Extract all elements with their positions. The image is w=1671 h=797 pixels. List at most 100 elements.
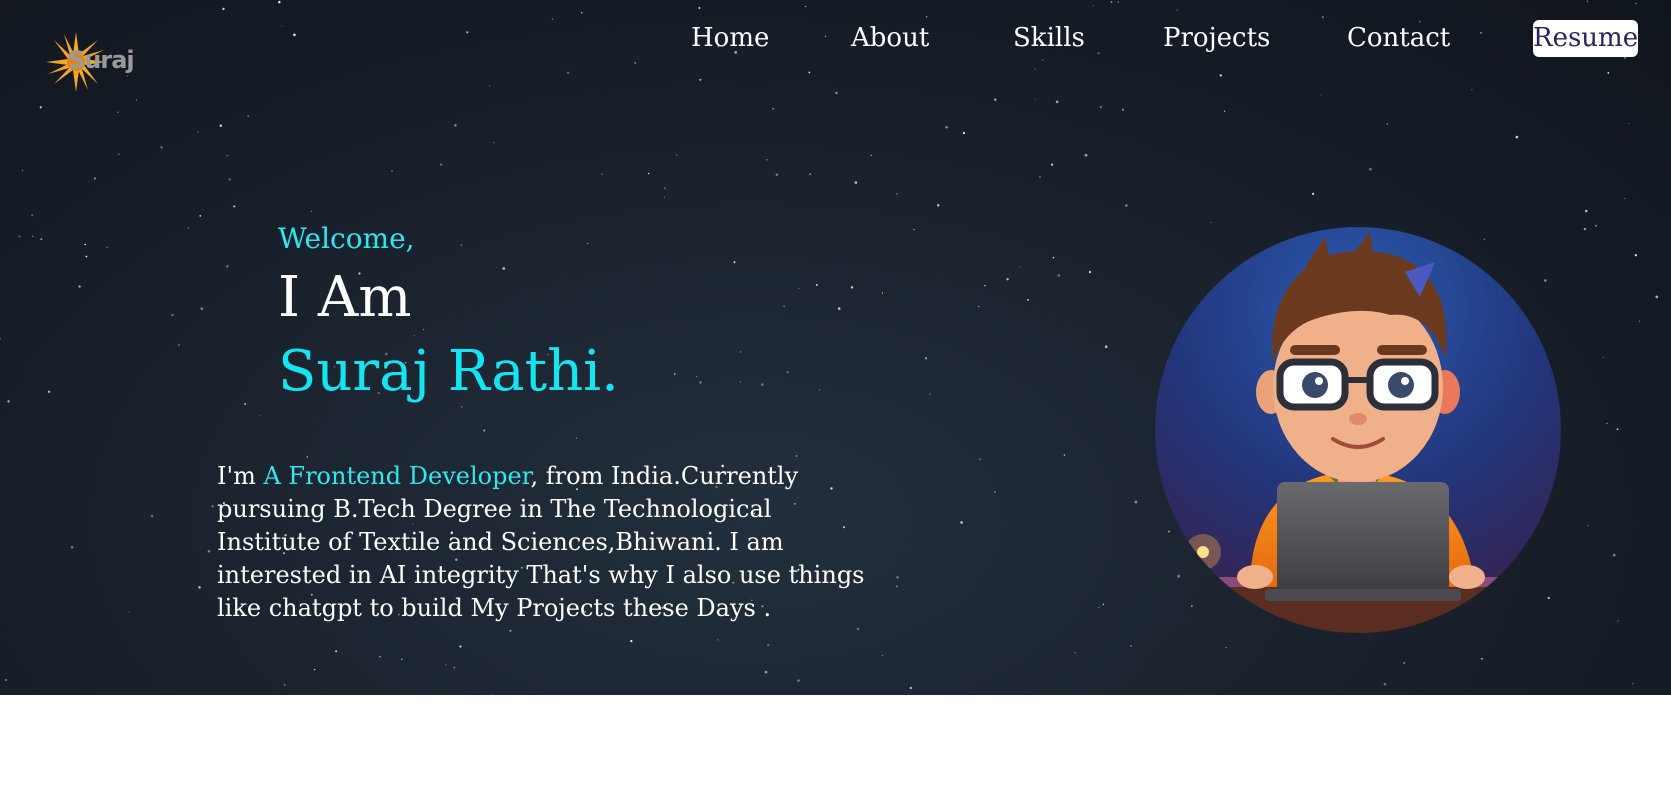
star [818,389,821,391]
star [786,371,789,374]
star [70,545,74,549]
star [199,215,202,217]
nav-home[interactable]: Home [691,18,769,58]
star [453,666,456,669]
star [870,154,872,156]
star [740,351,742,353]
nav-projects[interactable]: Projects [1163,18,1270,58]
star [1088,270,1092,274]
star [856,627,860,631]
star [1050,163,1054,166]
star [39,106,42,109]
star [93,177,96,180]
star [837,307,841,310]
star [1063,454,1066,456]
star [1634,254,1637,257]
star [808,71,811,74]
star [1606,422,1608,425]
star [1099,105,1103,109]
star [1055,100,1059,104]
star [601,173,603,175]
star [1403,662,1406,664]
name-heading: Suraj Rathi. [278,339,619,404]
star [587,242,589,244]
star [805,5,807,8]
star [1635,3,1637,5]
star [1039,176,1041,178]
star [483,429,486,432]
star [1638,320,1640,322]
star [1483,238,1486,241]
star [461,406,463,408]
star [32,235,34,237]
star [207,549,211,553]
star [896,576,899,579]
star [226,154,229,157]
star [1223,110,1226,112]
star [1125,204,1128,207]
star [699,78,702,81]
star [135,99,138,101]
star [1612,553,1616,557]
star [128,611,130,613]
resume-button[interactable]: Resume [1533,20,1638,57]
star [896,585,898,588]
star [1084,153,1088,157]
star [423,328,425,331]
star [413,335,415,337]
star [244,403,247,405]
star [313,668,316,671]
star [1052,256,1055,259]
star [1471,89,1473,91]
star [945,126,948,129]
star [1176,9,1178,11]
nav-skills[interactable]: Skills [1013,18,1085,58]
star [5,678,8,682]
star [634,61,637,64]
star [1098,606,1100,609]
star [440,163,443,166]
star [78,285,81,288]
star [960,521,963,524]
star [21,169,24,172]
star [1019,266,1021,268]
star [1602,356,1604,359]
star [775,173,778,176]
star [31,214,34,217]
star [767,644,770,647]
star [454,124,457,127]
star [278,0,281,4]
star [1515,135,1519,139]
star [1369,167,1372,171]
star [198,586,201,589]
star [809,173,811,176]
nav-about[interactable]: About [851,18,929,58]
star [0,337,2,340]
star [502,267,506,270]
nav-contact[interactable]: Contact [1347,18,1450,58]
star [664,187,667,190]
star [493,142,495,144]
star [118,153,120,155]
star [226,265,229,268]
intro-heading: I Am [278,265,412,330]
star [978,306,980,308]
star [1587,524,1589,527]
star [1481,657,1483,660]
star [695,375,698,378]
star [663,196,665,198]
star [1034,98,1036,100]
star [1631,682,1634,685]
welcome-text: Welcome, [278,222,415,255]
star [1595,224,1597,227]
star [283,684,286,686]
star [881,292,884,294]
star [85,255,88,258]
star [1104,345,1108,349]
star [580,11,583,14]
star [1092,4,1095,6]
star [1617,620,1619,622]
star [783,305,785,308]
star [566,71,570,74]
star [924,357,928,360]
